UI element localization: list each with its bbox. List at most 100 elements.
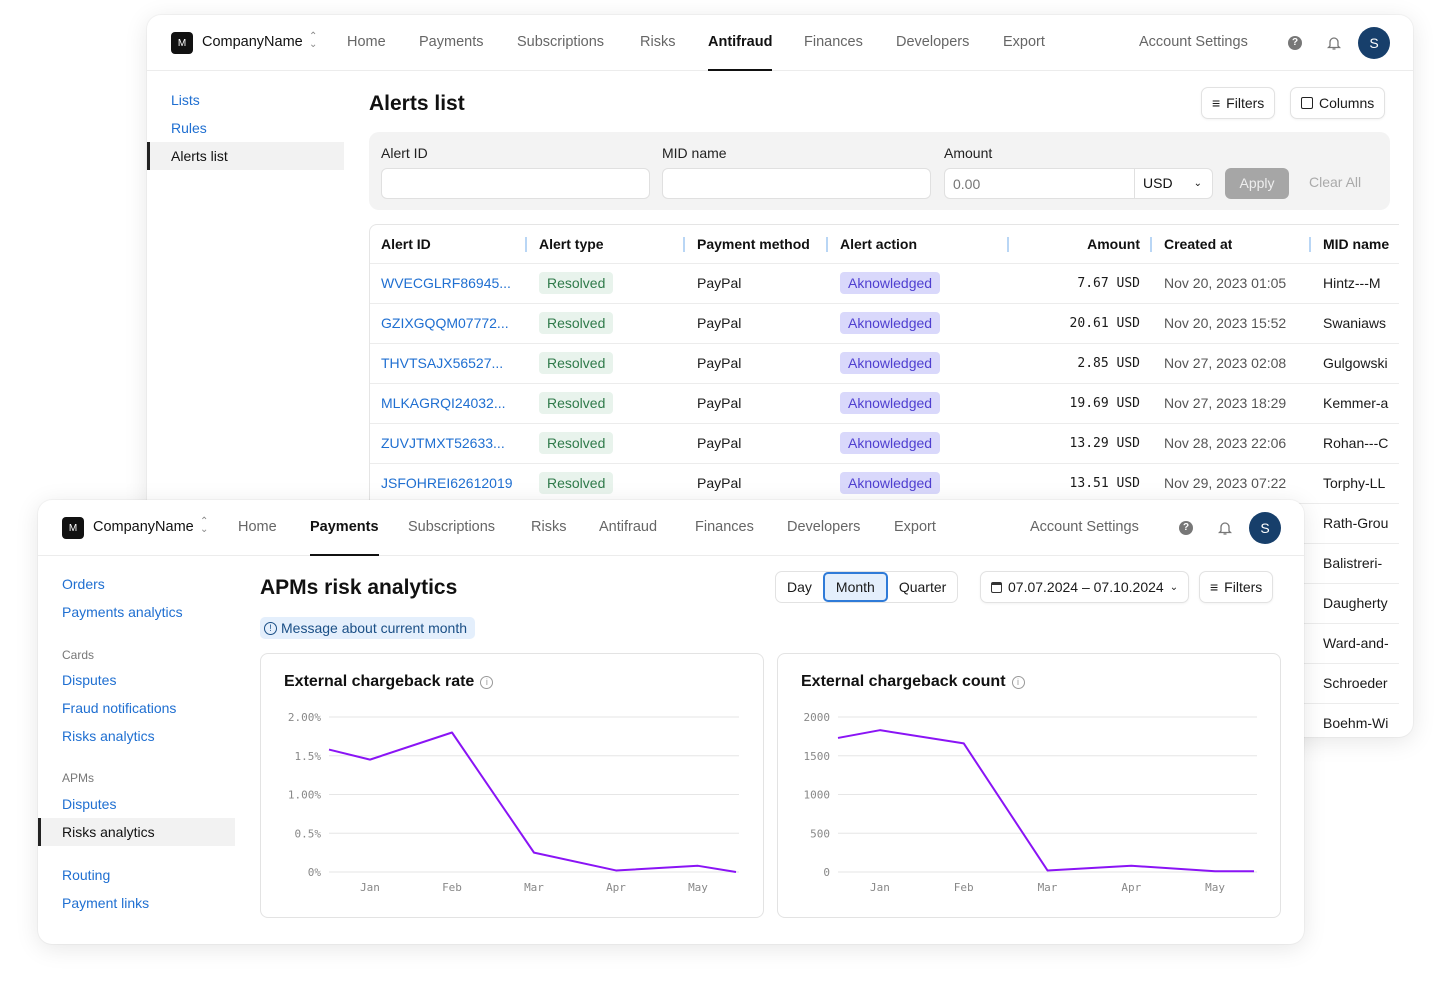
mid-name: Schroeder bbox=[1323, 675, 1388, 691]
y-tick-label: 2000 bbox=[804, 711, 831, 724]
nav-export[interactable]: Export bbox=[1003, 34, 1045, 50]
chevron-updown-icon[interactable]: ⌃ ⌄ bbox=[309, 32, 317, 50]
sidebar-item-payments-analytics[interactable]: Payments analytics bbox=[62, 604, 183, 620]
alert-id-link[interactable]: WVECGLRF86945... bbox=[381, 264, 511, 303]
sidebar-item-routing[interactable]: Routing bbox=[62, 867, 110, 883]
amount: 13.29 USD bbox=[1069, 436, 1140, 451]
sidebar-item-fraud-notifications[interactable]: Fraud notifications bbox=[62, 700, 176, 716]
nav-payments[interactable]: Payments bbox=[310, 519, 379, 556]
clear-all-button[interactable]: Clear All bbox=[1309, 174, 1361, 190]
period-quarter[interactable]: Quarter bbox=[888, 572, 957, 602]
nav-risks[interactable]: Risks bbox=[531, 519, 566, 535]
nav-risks[interactable]: Risks bbox=[640, 34, 675, 50]
period-day[interactable]: Day bbox=[776, 572, 823, 602]
mid-name: Swaniaws bbox=[1323, 315, 1387, 331]
nav-payments[interactable]: Payments bbox=[419, 34, 483, 50]
sidebar-item-payment-links[interactable]: Payment links bbox=[62, 895, 149, 911]
payment-method: PayPal bbox=[697, 275, 742, 291]
company-switcher[interactable]: CompanyName bbox=[93, 519, 194, 535]
y-tick-label: 1500 bbox=[804, 750, 831, 763]
filter-icon: ≡ bbox=[1212, 95, 1221, 111]
bell-icon[interactable] bbox=[1327, 35, 1341, 51]
alert-id-link[interactable]: MLKAGRQI24032... bbox=[381, 384, 506, 423]
y-tick-label: 1000 bbox=[804, 789, 831, 802]
bell-icon[interactable] bbox=[1218, 520, 1232, 536]
columns-button[interactable]: Columns bbox=[1290, 87, 1386, 119]
mid-name-input[interactable] bbox=[662, 168, 931, 199]
mid-name: Kemmer-a bbox=[1323, 395, 1389, 411]
apply-button[interactable]: Apply bbox=[1225, 168, 1289, 199]
alert-id-link[interactable]: JSFOHREI62612019 bbox=[381, 464, 513, 503]
account-settings-link[interactable]: Account Settings bbox=[1139, 34, 1248, 50]
account-settings-link[interactable]: Account Settings bbox=[1030, 519, 1139, 535]
col-alert-id[interactable]: Alert ID bbox=[381, 225, 431, 264]
nav-finances[interactable]: Finances bbox=[695, 519, 754, 535]
table-row[interactable]: ZUVJTMXT52633... Resolved PayPal Aknowledge… bbox=[370, 424, 1399, 464]
avatar[interactable]: S bbox=[1249, 512, 1281, 544]
alert-action-badge: Aknowledged bbox=[840, 352, 941, 374]
alert-type-badge: Resolved bbox=[539, 352, 614, 374]
mid-name: Balistreri- bbox=[1323, 555, 1383, 571]
nav-home[interactable]: Home bbox=[238, 519, 277, 535]
alert-id-link[interactable]: THVTSAJX56527... bbox=[381, 344, 503, 383]
nav-home[interactable]: Home bbox=[347, 34, 386, 50]
company-logo: M bbox=[62, 517, 84, 539]
alert-id-input[interactable] bbox=[381, 168, 650, 199]
alert-action-badge: Aknowledged bbox=[840, 272, 941, 294]
sidebar-item-rules[interactable]: Rules bbox=[171, 120, 207, 136]
alert-action-badge: Aknowledged bbox=[840, 392, 941, 414]
nav-antifraud[interactable]: Antifraud bbox=[708, 34, 773, 71]
filters-button[interactable]: ≡ Filters bbox=[1199, 571, 1274, 603]
mid-name: Rohan---C bbox=[1323, 435, 1389, 451]
date-range-picker[interactable]: 07.07.2024 – 07.10.2024 ⌄ bbox=[980, 571, 1190, 603]
col-payment-method[interactable]: Payment method bbox=[697, 225, 810, 264]
help-icon[interactable]: ? bbox=[1179, 521, 1193, 535]
alert-action-badge: Aknowledged bbox=[840, 312, 941, 334]
x-tick-label: Mar bbox=[1038, 881, 1058, 894]
alert-id-link[interactable]: GZIXGQQM07772... bbox=[381, 304, 509, 343]
created-at: Nov 29, 2023 07:22 bbox=[1164, 475, 1287, 491]
sidebar-item-orders[interactable]: Orders bbox=[62, 576, 105, 592]
nav-export[interactable]: Export bbox=[894, 519, 936, 535]
chevron-updown-icon[interactable]: ⌃ ⌄ bbox=[200, 517, 208, 535]
table-row[interactable]: WVECGLRF86945... Resolved PayPal Aknowledge… bbox=[370, 264, 1399, 304]
col-alert-type[interactable]: Alert type bbox=[539, 225, 604, 264]
nav-antifraud[interactable]: Antifraud bbox=[599, 519, 657, 535]
nav-finances[interactable]: Finances bbox=[804, 34, 863, 50]
period-month[interactable]: Month bbox=[822, 572, 888, 602]
col-created-at[interactable]: Created at bbox=[1164, 225, 1232, 264]
x-tick-label: Apr bbox=[606, 881, 626, 894]
sidebar-item-apms-disputes[interactable]: Disputes bbox=[62, 796, 116, 812]
amount: 19.69 USD bbox=[1069, 396, 1140, 411]
col-amount[interactable]: Amount bbox=[1087, 225, 1140, 264]
table-row[interactable]: THVTSAJX56527... Resolved PayPal Aknowledge… bbox=[370, 344, 1399, 384]
sidebar-item-cards-risks-analytics[interactable]: Risks analytics bbox=[62, 728, 155, 744]
col-alert-action[interactable]: Alert action bbox=[840, 225, 917, 264]
sidebar-item-apms-risks-analytics[interactable]: Risks analytics bbox=[38, 818, 235, 846]
table-row[interactable]: MLKAGRQI24032... Resolved PayPal Aknowledge… bbox=[370, 384, 1399, 424]
avatar[interactable]: S bbox=[1358, 27, 1390, 59]
x-tick-label: Mar bbox=[524, 881, 544, 894]
currency-select[interactable]: USD ⌄ bbox=[1134, 168, 1213, 199]
nav-subscriptions[interactable]: Subscriptions bbox=[517, 34, 604, 50]
x-tick-label: Feb bbox=[442, 881, 462, 894]
sidebar-item-cards-disputes[interactable]: Disputes bbox=[62, 672, 116, 688]
mid-name: Daugherty bbox=[1323, 595, 1388, 611]
nav-developers[interactable]: Developers bbox=[787, 519, 860, 535]
filters-button[interactable]: ≡ Filters bbox=[1201, 87, 1276, 119]
sidebar-item-lists[interactable]: Lists bbox=[171, 92, 200, 108]
nav-subscriptions[interactable]: Subscriptions bbox=[408, 519, 495, 535]
alert-type-badge: Resolved bbox=[539, 432, 614, 454]
alert-id-link[interactable]: ZUVJTMXT52633... bbox=[381, 424, 505, 463]
mid-name: Rath-Grou bbox=[1323, 515, 1389, 531]
table-row[interactable]: JSFOHREI62612019 Resolved PayPal Aknowledge… bbox=[370, 464, 1399, 504]
help-icon[interactable]: ? bbox=[1288, 36, 1302, 50]
nav-developers[interactable]: Developers bbox=[896, 34, 969, 50]
sidebar-item-alerts-list[interactable]: Alerts list bbox=[147, 142, 344, 170]
created-at: Nov 20, 2023 01:05 bbox=[1164, 275, 1287, 291]
amount-input[interactable] bbox=[944, 168, 1135, 199]
company-switcher[interactable]: CompanyName bbox=[202, 34, 303, 50]
table-row[interactable]: GZIXGQQM07772... Resolved PayPal Aknowledge… bbox=[370, 304, 1399, 344]
filter-icon: ≡ bbox=[1210, 579, 1219, 595]
col-mid-name[interactable]: MID name bbox=[1323, 225, 1389, 264]
